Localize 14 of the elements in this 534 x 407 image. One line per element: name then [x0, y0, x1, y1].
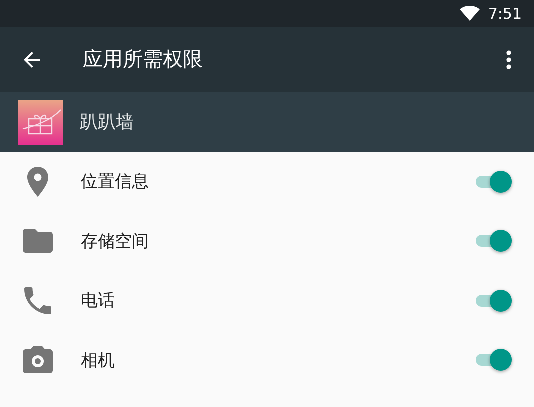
app-icon [18, 100, 63, 144]
permission-toggle[interactable] [474, 288, 512, 314]
permission-label: 存储空间 [81, 230, 150, 253]
permission-toggle[interactable] [474, 228, 512, 254]
app-name: 趴趴墙 [80, 111, 134, 134]
wifi-icon [460, 6, 480, 21]
permission-label: 位置信息 [81, 171, 150, 194]
status-time: 7:51 [488, 4, 522, 22]
permission-toggle[interactable] [474, 347, 512, 374]
more-options-button[interactable] [506, 50, 512, 70]
toolbar-title: 应用所需权限 [83, 46, 204, 73]
permission-label: 相机 [81, 350, 116, 372]
permission-label: 电话 [81, 290, 116, 312]
permission-toggle[interactable] [474, 168, 512, 195]
